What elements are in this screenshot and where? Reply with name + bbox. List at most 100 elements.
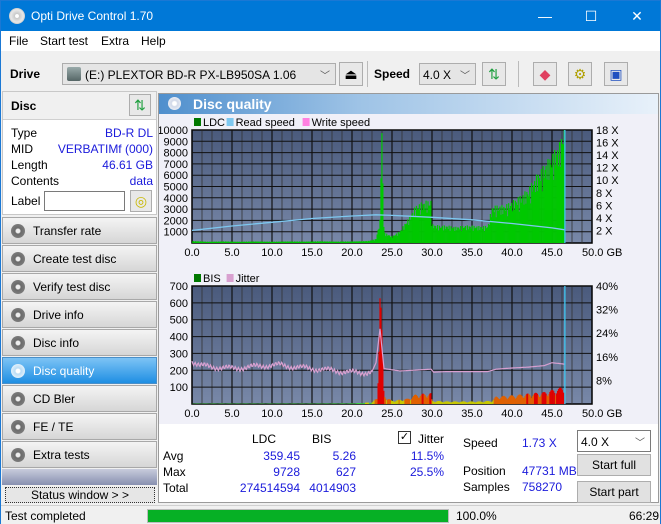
test-speed-select[interactable]: 4.0 X ﹀ <box>577 430 651 452</box>
extra-tests-icon <box>11 448 25 462</box>
x-tick-label: 50.0 GB <box>582 247 622 259</box>
x-tick-label: 10.0 <box>261 408 282 420</box>
stats-max-bis: 627 <box>335 465 356 479</box>
toolbar-separator <box>518 61 519 87</box>
disc-value: VERBATIMf (000) <box>57 142 153 156</box>
nav-label: FE / TE <box>33 420 74 434</box>
app-window: Opti Drive Control 1.70 — ☐ ✕ File Start… <box>0 0 661 524</box>
disc-refresh-button[interactable]: ⇅ <box>129 94 151 116</box>
settings-button[interactable]: ⚙ <box>568 62 592 86</box>
y-tick-label-right: 10 X <box>596 175 619 187</box>
y-tick-label-right: 24% <box>596 328 618 340</box>
nav-extra-tests[interactable]: Extra tests <box>2 441 157 468</box>
nav-label: Disc quality <box>33 364 95 378</box>
status-window-button[interactable]: Status window > > <box>5 487 155 503</box>
legend-swatch <box>194 274 201 282</box>
maximize-button[interactable]: ☐ <box>568 1 614 31</box>
y-tick-label-right: 12 X <box>596 163 619 175</box>
disc-icon: ◎ <box>134 193 148 209</box>
jitter-label: Jitter <box>418 432 445 446</box>
disc-row-length: Length 46.61 GB <box>11 158 153 174</box>
menu-extra[interactable]: Extra <box>101 34 129 48</box>
nav-disc-quality[interactable]: Disc quality <box>2 357 157 384</box>
samples-label: Samples <box>463 480 510 494</box>
disc-label-input[interactable] <box>44 191 125 211</box>
y-tick-label-left: 8000 <box>164 148 188 160</box>
x-tick-label: 40.0 <box>501 408 522 420</box>
start-part-button[interactable]: Start part <box>577 481 651 503</box>
nav-transfer-rate[interactable]: Transfer rate <box>2 217 157 244</box>
minimize-button[interactable]: — <box>522 1 568 31</box>
disc-value: 46.61 GB <box>102 158 153 172</box>
y-tick-label-left: 100 <box>170 382 188 394</box>
nav-spacer <box>2 469 157 485</box>
menu-start-test[interactable]: Start test <box>40 34 88 48</box>
y-tick-label-left: 10000 <box>159 125 188 137</box>
title-bar: Opti Drive Control 1.70 — ☐ ✕ <box>1 1 660 31</box>
nav-cd-bler[interactable]: CD Bler <box>2 385 157 412</box>
refresh-icon: ⇅ <box>488 66 500 82</box>
y-tick-label-left: 9000 <box>164 136 188 148</box>
y-tick-label-left: 3000 <box>164 204 188 216</box>
legend-label: Jitter <box>236 273 260 285</box>
fe-te-icon <box>11 420 25 434</box>
y-tick-label-left: 700 <box>170 281 188 293</box>
x-tick-label: 45.0 <box>541 408 562 420</box>
disc-row-mid: MID VERBATIMf (000) <box>11 142 153 158</box>
eject-button[interactable]: ⏏ <box>339 62 363 86</box>
nav-disc-info[interactable]: Disc info <box>2 329 157 356</box>
stats-max-ldc: 9728 <box>273 465 300 479</box>
stats-col-bis: BIS <box>312 432 332 446</box>
x-tick-label: 45.0 <box>541 247 562 259</box>
y-tick-label-left: 600 <box>170 298 188 310</box>
y-tick-label-left: 500 <box>170 315 188 327</box>
drive-select[interactable]: (E:) PLEXTOR BD-R PX-LB950SA 1.06 ﹀ <box>62 63 336 85</box>
jitter-checkbox[interactable]: ✓ <box>398 431 411 444</box>
legend-label: LDC <box>203 117 225 129</box>
stats-total-ldc: 274514594 <box>239 481 300 495</box>
resize-grip-icon[interactable]: ⋰ <box>649 512 657 521</box>
stats-avg-bis: 5.26 <box>332 449 356 463</box>
disc-row-contents: Contents data <box>11 174 153 190</box>
nav-create-test-disc[interactable]: Create test disc <box>2 245 157 272</box>
save-button[interactable]: ▣ <box>604 62 628 86</box>
y-tick-label-right: 6 X <box>596 200 613 212</box>
erase-button[interactable]: ◆ <box>533 62 557 86</box>
drive-label: Drive <box>10 67 41 81</box>
toolbar-separator <box>367 61 368 87</box>
legend-label: BIS <box>203 273 221 285</box>
nav-verify-test-disc[interactable]: Verify test disc <box>2 273 157 300</box>
nav-drive-info[interactable]: Drive info <box>2 301 157 328</box>
disc-key: Contents <box>11 174 60 188</box>
y-tick-label-right: 16 X <box>596 138 619 150</box>
window-title: Opti Drive Control 1.70 <box>31 9 154 23</box>
close-button[interactable]: ✕ <box>614 1 660 31</box>
y-tick-label-right: 32% <box>596 305 618 317</box>
transfer-rate-icon <box>11 224 25 238</box>
y-tick-label-right: 2 X <box>596 225 613 237</box>
disc-value: BD-R DL <box>104 126 153 140</box>
speed-select-value: 4.0 X <box>423 68 452 82</box>
disc-key: Length <box>11 158 48 172</box>
menu-help[interactable]: Help <box>141 34 166 48</box>
stats-row-avg-label: Avg <box>163 449 184 463</box>
y-tick-label-left: 6000 <box>164 170 188 182</box>
nav-fe-te[interactable]: FE / TE <box>2 413 157 440</box>
disc-info-icon <box>11 336 25 350</box>
start-full-button[interactable]: Start full <box>577 454 651 476</box>
menu-file[interactable]: File <box>9 34 28 48</box>
legend-label: Read speed <box>236 117 295 129</box>
speed-select[interactable]: 4.0 X ﹀ <box>419 63 476 85</box>
disc-quality-icon <box>168 97 181 110</box>
x-tick-label: 40.0 <box>501 247 522 259</box>
legend-swatch <box>302 118 310 126</box>
left-panel: Disc ⇅ Type BD-R DL MID VERBATIMf (000) Le… <box>2 91 157 503</box>
refresh-icon: ⇅ <box>134 97 146 113</box>
refresh-button[interactable]: ⇅ <box>482 62 506 86</box>
y-tick-label-right: 18 X <box>596 125 619 137</box>
menu-bar: File Start test Extra Help <box>1 31 660 51</box>
disc-quality-panel: Disc quality 0.0 5.0 10.0 15.0 20.0 25.0 30.0 3… <box>157 93 659 503</box>
x-tick-label: 15.0 <box>301 408 322 420</box>
disc-label-button[interactable]: ◎ <box>130 190 152 212</box>
erase-icon: ◆ <box>539 66 551 82</box>
